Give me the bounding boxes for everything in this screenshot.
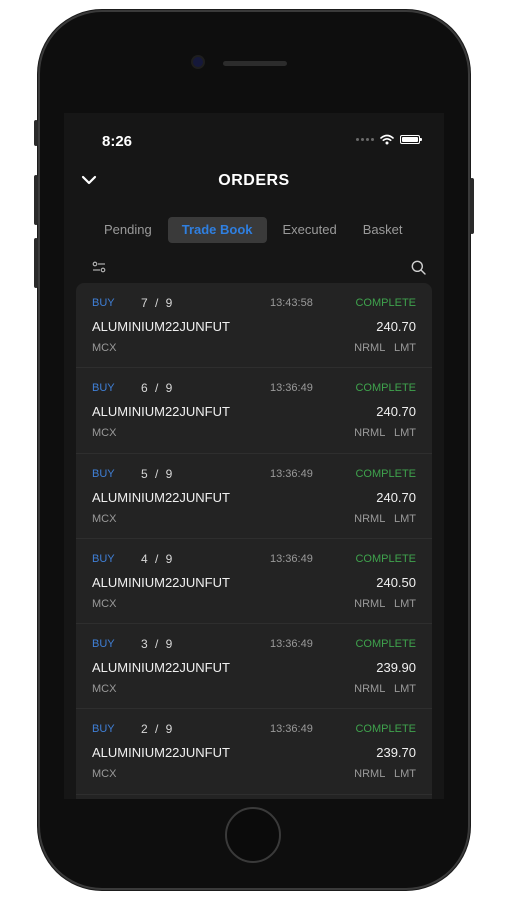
- order-exchange: MCX: [92, 512, 117, 525]
- order-row[interactable]: BUY 4 / 9 13:36:49 COMPLETE ALUMINIUM22J…: [76, 539, 432, 625]
- order-status: COMPLETE: [355, 382, 416, 395]
- power-button: [470, 178, 474, 234]
- order-symbol: ALUMINIUM22JUNFUT: [92, 660, 230, 676]
- order-symbol: ALUMINIUM22JUNFUT: [92, 319, 230, 334]
- order-product-type: NRML LMT: [354, 683, 416, 696]
- order-product-type: NRML LMT: [354, 597, 416, 610]
- order-side: BUY: [92, 723, 115, 736]
- order-price: 240.70: [376, 319, 416, 334]
- order-exchange: MCX: [92, 683, 117, 696]
- volume-up-button: [34, 175, 38, 225]
- order-list: BUY 7 / 9 13:43:58 COMPLETE ALUMINIUM22J…: [76, 283, 432, 799]
- order-product-type: NRML LMT: [354, 427, 416, 440]
- order-time: 13:36:49: [270, 382, 313, 395]
- order-exchange: MCX: [92, 597, 117, 610]
- order-exchange: MCX: [92, 427, 117, 440]
- order-time: 13:43:58: [270, 297, 313, 309]
- earpiece-speaker: [223, 61, 287, 66]
- order-symbol: ALUMINIUM22JUNFUT: [92, 574, 230, 590]
- order-time: 13:36:49: [270, 638, 313, 651]
- order-exchange: MCX: [92, 342, 117, 354]
- order-side: BUY: [92, 467, 115, 480]
- status-icons: [356, 134, 422, 145]
- order-side: BUY: [92, 297, 115, 309]
- order-status: COMPLETE: [355, 723, 416, 736]
- tab-bar: Pending Trade Book Executed Basket: [94, 217, 412, 243]
- order-price: 239.70: [376, 745, 416, 761]
- order-side: BUY: [92, 382, 115, 395]
- tab-trade-book[interactable]: Trade Book: [167, 217, 267, 243]
- battery-icon: [400, 135, 422, 144]
- order-row[interactable]: BUY 7 / 9 13:43:58 COMPLETE ALUMINIUM22J…: [76, 283, 432, 369]
- order-row[interactable]: BUY 2 / 9 13:36:49 COMPLETE ALUMINIUM22J…: [76, 709, 432, 795]
- order-row[interactable]: BUY 6 / 9 13:36:49 COMPLETE ALUMINIUM22J…: [76, 368, 432, 454]
- page-title: ORDERS: [218, 172, 290, 189]
- order-side: BUY: [92, 552, 115, 565]
- wifi-icon: [380, 134, 394, 145]
- order-side: BUY: [92, 638, 115, 651]
- order-status: COMPLETE: [355, 552, 416, 565]
- order-quantity: 7 / 9: [141, 296, 173, 310]
- tab-executed[interactable]: Executed: [273, 217, 347, 243]
- order-symbol: ALUMINIUM22JUNFUT: [92, 745, 230, 761]
- filter-icon[interactable]: [92, 260, 106, 274]
- signal-icon: [356, 138, 374, 141]
- order-symbol: ALUMINIUM22JUNFUT: [92, 489, 230, 505]
- app-screen: 8:26 ORDERS Pending Trade Book Executed …: [64, 113, 444, 799]
- order-quantity: 6 / 9: [141, 381, 173, 396]
- phone-frame: 8:26 ORDERS Pending Trade Book Executed …: [34, 10, 474, 890]
- order-price: 240.50: [376, 574, 416, 590]
- order-product-type: NRML LMT: [354, 768, 416, 781]
- order-time: 13:36:49: [270, 552, 313, 565]
- volume-down-button: [34, 238, 38, 288]
- status-time: 8:26: [102, 133, 133, 150]
- order-quantity: 4 / 9: [141, 551, 173, 566]
- order-quantity: 5 / 9: [141, 466, 173, 481]
- order-status: COMPLETE: [355, 297, 416, 309]
- front-camera: [193, 57, 203, 67]
- order-symbol: ALUMINIUM22JUNFUT: [92, 404, 230, 420]
- order-price: 239.90: [376, 660, 416, 676]
- order-row[interactable]: BUY 5 / 9 13:36:49 COMPLETE ALUMINIUM22J…: [76, 454, 432, 539]
- order-exchange: MCX: [92, 768, 117, 781]
- order-product-type: NRML LMT: [354, 512, 416, 525]
- order-status: COMPLETE: [355, 638, 416, 651]
- home-button[interactable]: [225, 807, 281, 863]
- order-price: 240.70: [376, 404, 416, 420]
- tab-basket[interactable]: Basket: [353, 217, 413, 243]
- order-status: COMPLETE: [355, 467, 416, 480]
- header: ORDERS: [64, 167, 444, 197]
- order-time: 13:36:49: [270, 467, 313, 480]
- mute-switch: [34, 120, 38, 146]
- order-time: 13:36:49: [270, 723, 313, 736]
- tab-pending[interactable]: Pending: [94, 217, 162, 243]
- order-quantity: 3 / 9: [141, 637, 173, 652]
- order-product-type: NRML LMT: [354, 342, 416, 354]
- search-icon[interactable]: [411, 260, 426, 275]
- order-quantity: 2 / 9: [141, 722, 173, 737]
- status-bar: 8:26: [64, 113, 444, 159]
- order-row[interactable]: BUY 3 / 9 13:36:49 COMPLETE ALUMINIUM22J…: [76, 624, 432, 710]
- order-price: 240.70: [376, 489, 416, 505]
